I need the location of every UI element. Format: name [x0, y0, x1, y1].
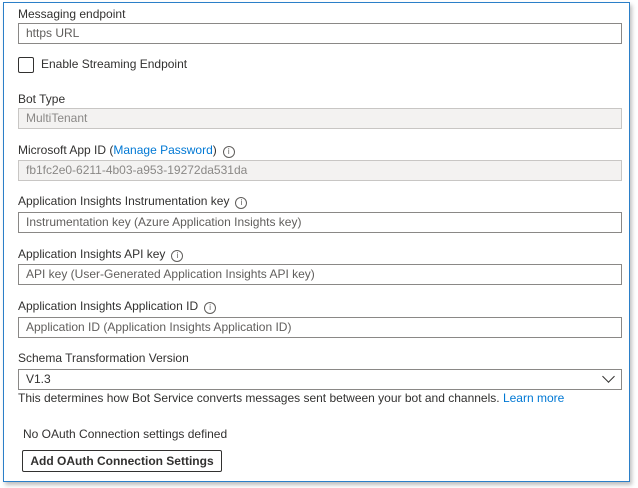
- api-key-label: Application Insights API key i: [18, 246, 184, 262]
- learn-more-link[interactable]: Learn more: [503, 391, 564, 405]
- add-oauth-connection-button[interactable]: Add OAuth Connection Settings: [22, 450, 222, 472]
- bot-type-label: Bot Type: [18, 92, 66, 106]
- schema-version-select[interactable]: V1.3: [18, 369, 622, 390]
- schema-version-label: Schema Transformation Version: [18, 351, 189, 365]
- manage-password-link[interactable]: Manage Password: [113, 143, 212, 157]
- oauth-status-text: No OAuth Connection settings defined: [23, 427, 228, 441]
- info-icon[interactable]: i: [235, 197, 248, 209]
- instrumentation-key-label: Application Insights Instrumentation key…: [18, 193, 248, 209]
- schema-help-text: This determines how Bot Service converts…: [18, 390, 564, 406]
- api-key-input[interactable]: API key (User-Generated Application Insi…: [18, 264, 622, 285]
- info-icon[interactable]: i: [222, 146, 235, 158]
- instrumentation-key-label-text: Application Insights Instrumentation key: [18, 194, 230, 208]
- app-id-field: fb1fc2e0-6211-4b03-a953-19272da531da: [18, 160, 622, 181]
- application-id-input[interactable]: Application ID (Application Insights App…: [18, 317, 622, 338]
- settings-panel: Messaging endpoint https URL Enable Stre…: [3, 2, 630, 482]
- chevron-down-icon: [602, 370, 615, 383]
- instrumentation-key-input[interactable]: Instrumentation key (Azure Application I…: [18, 212, 622, 233]
- streaming-endpoint-label[interactable]: Enable Streaming Endpoint: [41, 56, 187, 72]
- schema-version-value: V1.3: [26, 372, 51, 386]
- application-id-label-text: Application Insights Application ID: [18, 299, 199, 313]
- info-icon[interactable]: i: [171, 250, 184, 262]
- messaging-endpoint-input[interactable]: https URL: [18, 23, 622, 44]
- info-icon[interactable]: i: [204, 302, 217, 314]
- api-key-label-text: Application Insights API key: [18, 247, 166, 261]
- schema-help-description: This determines how Bot Service converts…: [18, 391, 500, 405]
- bot-type-field: MultiTenant: [18, 108, 622, 129]
- application-id-label: Application Insights Application ID i: [18, 298, 217, 314]
- app-id-label-prefix: Microsoft App ID (: [18, 143, 114, 157]
- streaming-endpoint-checkbox[interactable]: [18, 57, 34, 73]
- messaging-endpoint-label: Messaging endpoint: [18, 7, 126, 21]
- app-id-label: Microsoft App ID (Manage Password) i: [18, 142, 235, 158]
- app-id-label-suffix: ): [212, 143, 217, 157]
